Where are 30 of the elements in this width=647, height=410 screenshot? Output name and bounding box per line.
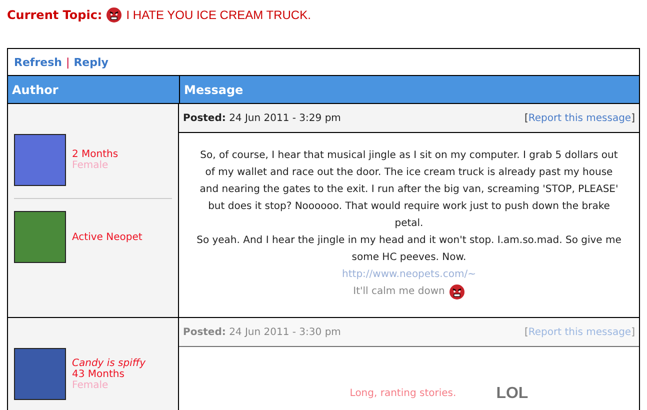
author-info: 43 Months — [72, 368, 124, 380]
report-text: [Report this message] — [524, 112, 635, 124]
separator: | — [66, 56, 70, 68]
message-text: So, of course, I hear that musical jingle as I sit on my computer. I grab 5 dollars out of my wallet and race out the door. The ice cream truck is already past my house and nearing the gates to the exit. I run after the big van, screaming 'STOP, PLEASE' but does it stop? Noooooo. That would require work just to push down the brake petal. — [198, 149, 620, 231]
message-text: So yeah. And I hear the jingle in my head and it won't stop. I.am.so.mad. So give me some HC peeves. Now. — [196, 234, 622, 265]
pet-info: Active Neopet — [72, 232, 142, 242]
message-text: Long, ranting stories. — [350, 387, 456, 401]
report-text: [Report this message] — [524, 326, 635, 338]
avatar-placeholder — [14, 134, 66, 186]
column-header: Author — [11, 82, 60, 98]
avatar-placeholder — [14, 348, 66, 400]
posted-date: Posted: 24 Jun 2011 - 3:29 pm — [183, 112, 341, 124]
report-link[interactable]: Report this message — [528, 112, 632, 124]
author-info: Female — [72, 160, 110, 171]
column-header: Message — [179, 76, 639, 103]
signature-text: It'll calm me down — [353, 285, 445, 299]
posted-date: Posted: 24 Jun 2011 - 3:30 pm — [183, 326, 341, 338]
topic-label: Current Topic: — [7, 8, 102, 22]
author-info: 2 Months — [72, 149, 118, 160]
angry-face-icon — [106, 7, 122, 23]
toolbar-link[interactable]: Refresh — [14, 56, 62, 68]
pet-placeholder — [14, 211, 66, 263]
angry-face-icon — [448, 284, 465, 300]
toolbar-link[interactable]: Reply — [74, 56, 108, 68]
author-info: Female — [72, 380, 110, 390]
topic-title: I HATE YOU ICE CREAM TRUCK. — [126, 8, 311, 22]
message-text: LOL — [496, 385, 528, 402]
report-link[interactable]: Report this message — [528, 326, 632, 338]
author-info: Candy is spiffy — [72, 358, 146, 368]
profile-link[interactable]: http://www.neopets.com/~ — [342, 266, 476, 283]
